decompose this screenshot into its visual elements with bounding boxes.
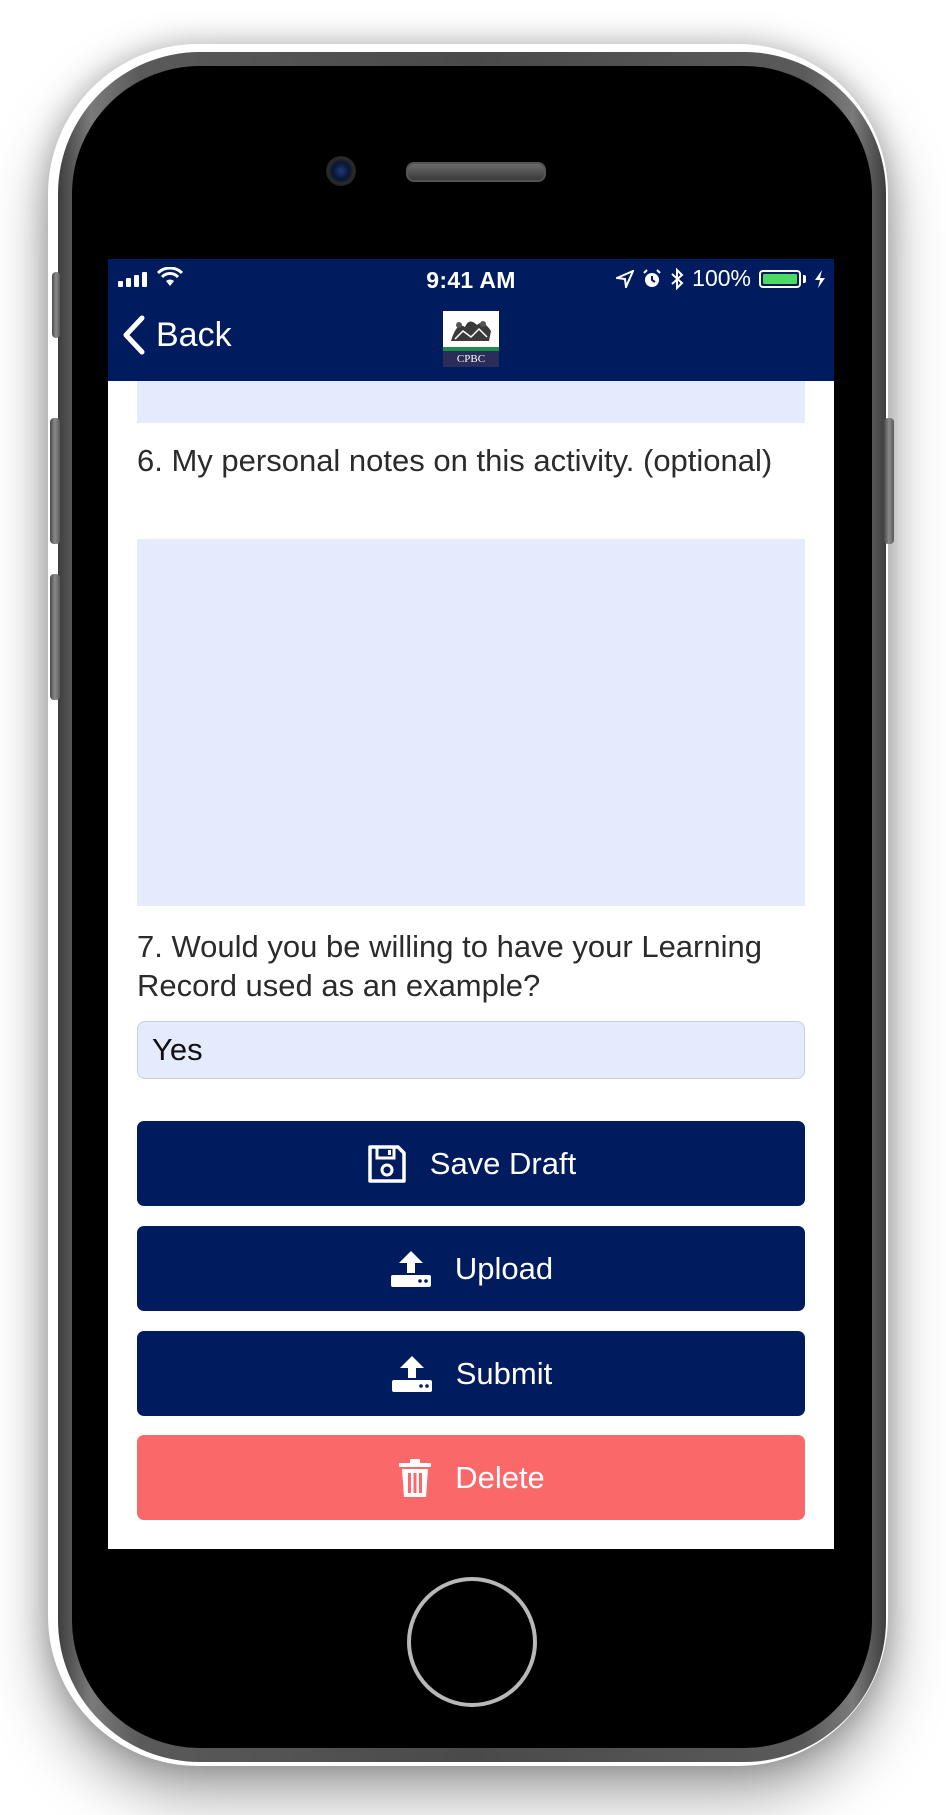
example-consent-select[interactable]: Yes (137, 1021, 805, 1079)
floppy-disk-icon (368, 1144, 406, 1183)
logo-text: CPBC (443, 351, 499, 367)
volume-up-button (50, 418, 60, 544)
save-draft-button[interactable]: Save Draft (137, 1121, 805, 1206)
speaker-grille (406, 162, 546, 182)
bluetooth-icon (671, 267, 684, 290)
personal-notes-textarea[interactable] (137, 539, 805, 906)
submit-label: Submit (455, 1355, 553, 1391)
upload-button[interactable]: Upload (137, 1226, 805, 1311)
back-button[interactable]: Back (122, 315, 232, 355)
battery-cap (803, 274, 806, 283)
delete-button[interactable]: Delete (137, 1435, 805, 1520)
previous-field-input[interactable] (137, 381, 805, 423)
upload-icon (390, 1250, 431, 1287)
trash-icon (399, 1458, 432, 1497)
app-header: 9:41 AM 100% Back CPBC (108, 259, 834, 381)
cpbc-logo: CPBC (443, 311, 499, 367)
upload-icon (391, 1355, 432, 1392)
camera-icon (326, 156, 356, 186)
question-6-label: 6. My personal notes on this activity. (… (137, 443, 773, 478)
app-screen: 9:41 AM 100% Back CPBC 6. My personal no… (108, 259, 834, 1549)
chevron-left-icon (123, 315, 145, 355)
question-7-label: 7. Would you be willing to have your Lea… (137, 929, 762, 1003)
status-right: 100% (616, 265, 826, 292)
save-draft-label: Save Draft (429, 1145, 577, 1181)
battery-percent: 100% (692, 265, 751, 291)
status-bar: 9:41 AM 100% (108, 259, 834, 299)
location-icon (616, 269, 635, 288)
power-button (884, 418, 894, 544)
charging-icon (815, 269, 825, 288)
upload-label: Upload (454, 1250, 554, 1286)
alarm-icon (643, 268, 661, 287)
submit-button[interactable]: Submit (137, 1331, 805, 1416)
back-label: Back (156, 315, 232, 354)
battery-icon (759, 269, 801, 288)
delete-label: Delete (455, 1459, 545, 1495)
mute-switch (52, 272, 60, 338)
home-button[interactable] (407, 1577, 537, 1707)
volume-down-button (50, 574, 60, 700)
logo-crest-icon (443, 313, 499, 347)
